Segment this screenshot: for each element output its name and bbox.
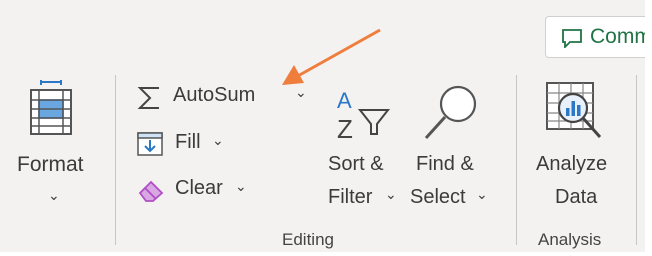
editing-group-label: Editing: [282, 230, 334, 249]
sort-filter-button[interactable]: A Z Sort & Filter ⌄: [322, 80, 404, 220]
sort-filter-icon: A Z: [337, 88, 391, 144]
format-cells-icon: [30, 80, 72, 135]
ribbon-panel: Format ⌄ AutoSum ⌄ Fill ⌄ Clear ⌄ A Z So…: [0, 0, 652, 256]
autosum-sigma-icon: [137, 87, 159, 109]
find-select-label-line2: Select: [410, 186, 466, 208]
chevron-down-icon: ⌄: [476, 186, 488, 202]
find-select-label-line1: Find &: [416, 153, 474, 175]
clear-button[interactable]: Clear ⌄: [133, 172, 263, 208]
chevron-down-icon: ⌄: [235, 178, 247, 194]
comment-icon: [562, 29, 582, 48]
comments-label: Comm: [590, 25, 652, 48]
format-label: Format: [17, 153, 84, 176]
comments-button[interactable]: Comm: [545, 16, 652, 58]
fill-down-icon: [137, 132, 163, 156]
svg-text:Z: Z: [337, 114, 353, 144]
bottom-margin: [0, 252, 652, 256]
format-button[interactable]: Format ⌄: [8, 70, 98, 220]
clear-label: Clear: [175, 177, 223, 199]
sort-filter-label-line1: Sort &: [328, 153, 384, 175]
sort-filter-label-line2: Filter: [328, 186, 373, 208]
analyze-data-label-line2: Data: [555, 186, 598, 208]
fill-label: Fill: [175, 131, 201, 153]
find-select-button[interactable]: Find & Select ⌄: [406, 80, 496, 220]
eraser-icon: [138, 180, 164, 202]
analyze-data-button[interactable]: Analyze Data: [528, 75, 628, 225]
chevron-down-icon: ⌄: [48, 187, 60, 203]
group-divider: [636, 75, 637, 245]
right-margin: [645, 0, 652, 256]
analyze-data-icon: [546, 82, 602, 139]
group-divider: [115, 75, 116, 245]
chevron-down-icon: ⌄: [385, 186, 397, 202]
annotation-arrow-icon: [282, 28, 381, 85]
chevron-down-icon: ⌄: [212, 132, 224, 148]
magnifier-icon: [424, 85, 477, 140]
group-divider: [516, 75, 517, 245]
analysis-group-label: Analysis: [538, 230, 602, 249]
fill-button[interactable]: Fill ⌄: [133, 126, 233, 162]
analyze-data-label-line1: Analyze: [536, 153, 608, 175]
autosum-label: AutoSum: [173, 84, 256, 106]
